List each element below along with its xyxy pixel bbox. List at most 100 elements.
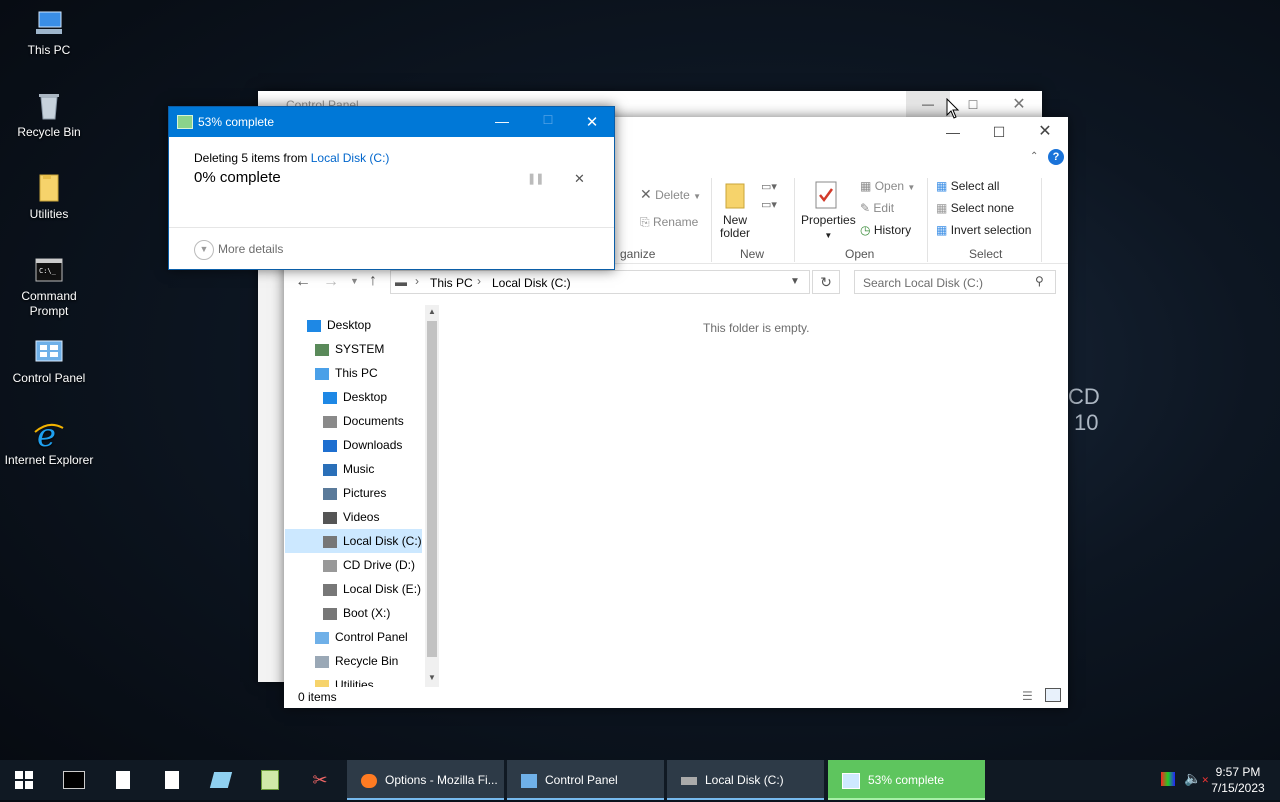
taskbar-paint-icon[interactable] [197,760,245,800]
select-all-button[interactable]: ▦ Select all [936,179,999,193]
breadcrumb-separator-icon: › [477,274,481,288]
nav-item[interactable]: CD Drive (D:) [285,553,422,577]
tray-app-icon[interactable] [1161,772,1175,786]
invert-selection-button[interactable]: ▦ Invert selection [936,223,1031,237]
desktop-icon-this-pc[interactable]: This PC [4,8,94,58]
nav-item-label: This PC [335,366,378,380]
nav-item[interactable]: Local Disk (C:) [285,529,422,553]
select-all-icon: ▦ [936,179,948,193]
nav-item-label: Utilities [335,678,374,687]
nav-item[interactable]: Videos [285,505,422,529]
nav-item[interactable]: Desktop [285,313,422,337]
start-button[interactable] [0,760,48,800]
progress-close-button[interactable]: ✕ [571,113,613,131]
videos-icon [323,511,337,524]
edit-button[interactable]: ✎ Edit [860,201,894,215]
scroll-down-icon[interactable]: ▼ [425,671,439,685]
taskbar-editor-icon[interactable] [246,760,294,800]
desktop-icon-control-panel[interactable]: Control Panel [4,336,94,386]
taskbar-command-prompt-icon[interactable] [50,760,98,800]
progress-source-link[interactable]: Local Disk (C:) [311,151,390,165]
taskbar-task-firefox[interactable]: Options - Mozilla Fi... [347,760,504,800]
explorer-maximize-button[interactable]: ☐ [976,117,1022,147]
taskbar-snipping-icon[interactable]: ✂ [296,760,344,800]
ribbon-collapse-chevron-icon[interactable]: ⌃ [1030,151,1038,162]
breadcrumb-separator-icon: › [415,274,419,288]
refresh-icon[interactable]: ↻ [812,270,840,294]
scroll-up-icon[interactable]: ▲ [425,305,439,319]
taskbar-document-icon[interactable] [148,760,196,800]
address-bar[interactable]: ▬ › This PC › Local Disk (C:) ▼ [390,270,810,294]
forward-arrow-icon[interactable]: → [323,273,339,291]
desktop-icon-recycle-bin[interactable]: Recycle Bin [4,90,94,140]
properties-button[interactable]: Properties ▼ [801,213,856,241]
progress-maximize-button: ☐ [542,113,554,127]
nav-item[interactable]: Local Disk (E:) [285,577,422,601]
pause-icon[interactable]: ❚❚ [527,172,544,185]
desktop-icon-utilities[interactable]: Utilities [4,172,94,222]
large-icons-view-icon[interactable] [1045,688,1061,702]
nav-item-label: Control Panel [335,630,408,644]
delete-button[interactable]: ✕ Delete ▼ [640,186,701,203]
clock[interactable]: 9:57 PM 7/15/2023 [1206,764,1270,796]
new-item-icons[interactable]: ▭▾ ▭▾ [761,178,785,216]
address-dropdown-chevron-icon[interactable]: ▼ [790,276,800,287]
new-folder-button[interactable]: New folder [720,214,750,240]
taskbar-task-control-panel[interactable]: Control Panel [507,760,664,800]
more-details-link[interactable]: More details [218,242,283,256]
select-none-button[interactable]: ▦ Select none [936,201,1014,215]
rename-button[interactable]: ⎘ Rename [640,215,698,230]
history-icon: ◷ [860,223,871,237]
control-panel-close-button[interactable]: ✕ [996,91,1042,119]
history-button[interactable]: ◷ History [860,223,911,237]
group-organize-label: ganize [620,247,656,261]
empty-folder-message: This folder is empty. [703,321,810,335]
up-arrow-icon[interactable]: ↑ [369,272,377,290]
nav-item[interactable]: Recycle Bin [285,649,422,673]
clock-time: 9:57 PM [1215,765,1261,779]
breadcrumb-local-disk[interactable]: Local Disk (C:) [492,276,571,290]
progress-task-icon [842,772,860,789]
nav-item-label: Boot (X:) [343,606,391,620]
nav-item[interactable]: Desktop [285,385,422,409]
open-icon: ▦ [860,179,872,193]
nav-item[interactable]: Documents [285,409,422,433]
nav-item-label: Pictures [343,486,387,500]
nav-item-label: Local Disk (C:) [343,534,422,548]
taskbar-task-progress[interactable]: 53% complete [828,760,985,800]
progress-minimize-button[interactable]: — [479,113,525,129]
nav-item[interactable]: Music [285,457,422,481]
desktop-icon [323,391,337,404]
more-details-chevron-icon[interactable]: ▼ [194,240,214,260]
desktop-icon-internet-explorer[interactable]: e Internet Explorer [4,418,94,468]
drive-small-icon: ▬ [395,275,407,289]
recent-locations-chevron-icon[interactable]: ▼ [350,276,359,286]
scroll-thumb[interactable] [427,321,437,657]
ribbon-separator [711,178,712,262]
nav-item[interactable]: Utilities [285,673,422,687]
nav-item[interactable]: Control Panel [285,625,422,649]
nav-item[interactable]: Pictures [285,481,422,505]
nav-scrollbar[interactable]: ▲ ▼ [425,305,439,687]
nav-item-label: Videos [343,510,380,524]
control-panel-minimize-button[interactable]: — [906,91,950,119]
ribbon-separator [794,178,795,262]
help-icon[interactable]: ? [1048,149,1064,165]
ribbon-separator [1041,178,1042,262]
desktop-icon-command-prompt[interactable]: C:\_ Command Prompt [4,254,94,319]
explorer-close-button[interactable]: ✕ [1022,117,1068,147]
nav-item[interactable]: This PC [285,361,422,385]
breadcrumb-this-pc[interactable]: This PC [430,276,473,290]
nav-item[interactable]: SYSTEM [285,337,422,361]
search-box[interactable]: Search Local Disk (C:) ⚲ [854,270,1056,294]
back-arrow-icon[interactable]: ← [295,273,311,291]
cancel-operation-icon[interactable]: ✕ [574,171,585,187]
taskbar-notepad-icon[interactable] [99,760,147,800]
nav-item[interactable]: Downloads [285,433,422,457]
details-view-icon[interactable]: ☰ [1022,689,1033,703]
open-button[interactable]: ▦ Open ▼ [860,179,915,193]
taskbar: ✂ Options - Mozilla Fi... Control Panel … [0,760,1280,800]
nav-item[interactable]: Boot (X:) [285,601,422,625]
taskbar-task-local-disk[interactable]: Local Disk (C:) [667,760,824,800]
explorer-minimize-button[interactable]: — [930,117,976,147]
